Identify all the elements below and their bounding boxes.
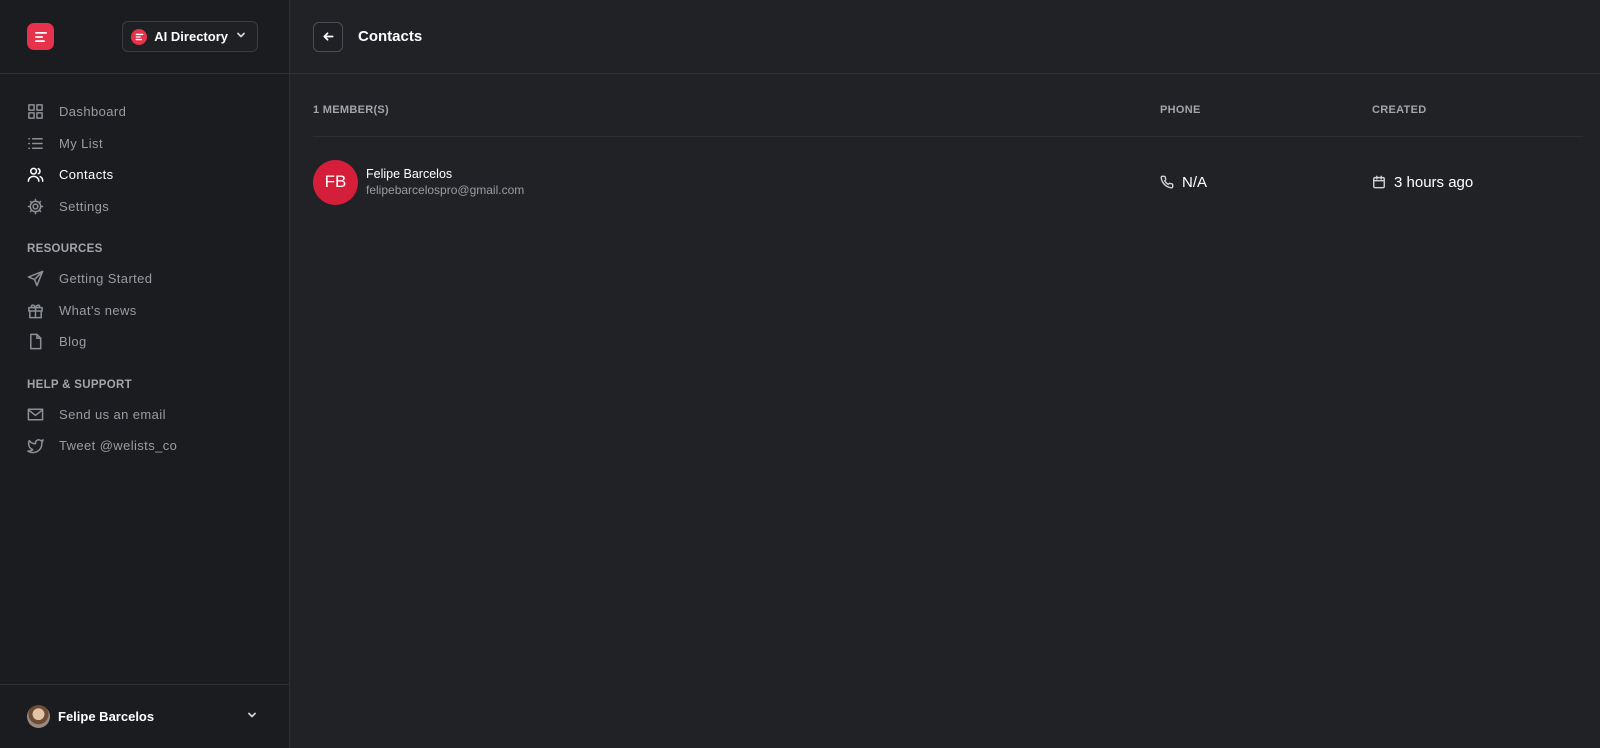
member-name: Felipe Barcelos: [366, 167, 453, 181]
nav-label: My List: [59, 135, 103, 151]
workspace-logo-icon: [131, 28, 148, 45]
nav-label: Send us an email: [59, 406, 166, 422]
workspace-name: AI Directory: [154, 29, 228, 44]
arrow-left-icon: [322, 32, 334, 41]
file-icon: [27, 333, 44, 350]
nav-item-contacts[interactable]: Contacts: [0, 159, 289, 191]
created-value: 3 hours ago: [1394, 173, 1474, 191]
phone-cell: N/A: [1160, 174, 1372, 191]
phone-icon: [1160, 175, 1174, 189]
user-menu[interactable]: Felipe Barcelos: [27, 705, 154, 728]
twitter-icon: [27, 437, 44, 454]
phone-value: N/A: [1182, 173, 1208, 191]
nav-item-email-us[interactable]: Send us an email: [0, 399, 289, 431]
gear-icon: [27, 198, 44, 215]
nav-item-whats-news[interactable]: What's news: [0, 295, 289, 327]
nav-item-dashboard[interactable]: Dashboard: [0, 96, 289, 128]
calendar-icon: [1373, 175, 1385, 189]
avatar: [27, 705, 50, 728]
resources-section-title: RESOURCES: [27, 243, 103, 255]
nav-label: Dashboard: [59, 104, 127, 120]
nav-item-blog[interactable]: Blog: [0, 326, 289, 358]
users-icon: [27, 166, 44, 183]
column-header-members: 1 MEMBER(S): [313, 103, 390, 116]
app-logo[interactable]: [27, 23, 54, 50]
list-icon: [27, 135, 44, 152]
support-section-title: HELP & SUPPORT: [27, 378, 132, 391]
main-nav: Dashboard My List Contacts Settings RESO…: [0, 74, 289, 462]
nav-label: Tweet @welists_co: [59, 438, 178, 454]
workspace-switcher[interactable]: AI Directory: [122, 21, 258, 52]
page-header: Contacts: [290, 0, 1600, 74]
user-name: Felipe Barcelos: [58, 709, 155, 724]
nav-label: What's news: [59, 302, 137, 318]
sidebar-footer: Felipe Barcelos: [0, 684, 289, 748]
menu-lines-icon: [34, 31, 47, 42]
main-content: Contacts 1 MEMBER(S) PHONE CREATED FB Fe…: [290, 0, 1600, 748]
nav-item-tweet[interactable]: Tweet @welists_co: [0, 430, 289, 462]
back-button[interactable]: [313, 21, 343, 52]
nav-item-settings[interactable]: Settings: [0, 191, 289, 223]
member-info: Felipe Barcelos felipebarcelospro@gmail.…: [366, 167, 524, 197]
mail-icon: [27, 406, 44, 423]
sidebar-header: AI Directory: [0, 0, 289, 74]
table-row[interactable]: FB Felipe Barcelos felipebarcelospro@gma…: [313, 137, 1583, 227]
member-email: felipebarcelospro@gmail.com: [366, 183, 525, 197]
column-header-phone: PHONE: [1160, 103, 1201, 116]
nav-label: Blog: [59, 334, 87, 350]
column-header-created: CREATED: [1372, 103, 1427, 116]
chevron-down-icon: [235, 28, 247, 46]
created-cell: 3 hours ago: [1372, 174, 1583, 191]
nav-label: Contacts: [59, 167, 114, 183]
member-cell: FB Felipe Barcelos felipebarcelospro@gma…: [313, 159, 1160, 205]
nav-item-my-list[interactable]: My List: [0, 128, 289, 160]
avatar: FB: [313, 159, 358, 205]
nav-item-getting-started[interactable]: Getting Started: [0, 263, 289, 295]
gift-icon: [27, 302, 44, 319]
table-header: 1 MEMBER(S) PHONE CREATED: [313, 74, 1583, 137]
send-icon: [27, 270, 44, 287]
page-title: Contacts: [358, 28, 423, 45]
sidebar: AI Directory Dashboard My List Contacts …: [0, 0, 290, 748]
contacts-table: 1 MEMBER(S) PHONE CREATED FB Felipe Barc…: [313, 74, 1583, 227]
nav-label: Settings: [59, 198, 110, 214]
chevron-down-icon[interactable]: [246, 708, 258, 726]
grid-icon: [27, 103, 44, 120]
app: AI Directory Dashboard My List Contacts …: [0, 0, 1600, 748]
nav-label: Getting Started: [59, 271, 153, 287]
